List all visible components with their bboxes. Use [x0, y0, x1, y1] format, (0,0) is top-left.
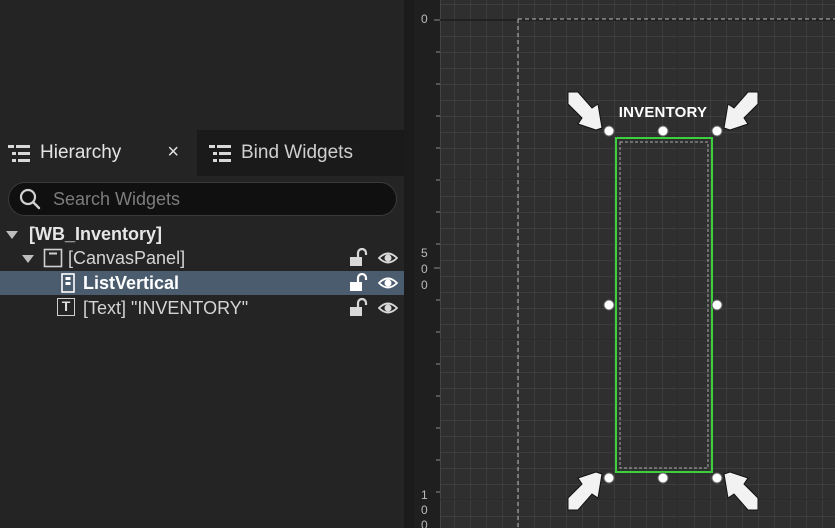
tree-label-text-inventory: [Text] "INVENTORY": [83, 297, 249, 318]
tab-hierarchy-label: Hierarchy: [40, 142, 122, 163]
unlocked-icon[interactable]: [348, 248, 368, 268]
widget-inner-bounds: [619, 141, 709, 469]
expand-caret-icon[interactable]: [22, 255, 34, 263]
empty-panel-area: [0, 0, 408, 130]
search-icon: [19, 188, 41, 210]
vertical-box-icon: [61, 273, 75, 293]
expand-caret-icon[interactable]: [6, 231, 18, 239]
canvas-panel-icon: [43, 248, 63, 268]
text-widget-icon: T: [57, 298, 75, 316]
hierarchy-icon: [8, 144, 30, 162]
tree-row-root[interactable]: [WB_Inventory]: [0, 222, 404, 246]
hierarchy-panel: Hierarchy × Bind Widgets [WB_Inventory]: [0, 0, 408, 528]
designer-overlay: [434, 0, 835, 528]
panel-splitter[interactable]: [404, 0, 414, 528]
tree-row-list-vertical[interactable]: ListVertical: [0, 271, 404, 295]
tab-bind-widgets-label: Bind Widgets: [241, 142, 353, 163]
search-input[interactable]: [51, 187, 375, 211]
tree-row-canvas-panel[interactable]: [CanvasPanel]: [0, 246, 404, 270]
eye-icon[interactable]: [378, 273, 398, 293]
inventory-title-text[interactable]: INVENTORY: [584, 104, 742, 121]
unlocked-icon[interactable]: [348, 298, 368, 318]
unlocked-icon[interactable]: [348, 273, 368, 293]
bind-widgets-icon: [209, 144, 231, 162]
close-tab-button[interactable]: ×: [167, 141, 179, 163]
selected-widget-outline[interactable]: [615, 137, 713, 473]
tree-row-text-inventory[interactable]: T [Text] "INVENTORY": [0, 296, 404, 320]
tab-bind-widgets[interactable]: Bind Widgets: [201, 130, 401, 176]
eye-icon[interactable]: [378, 248, 398, 268]
eye-icon[interactable]: [378, 298, 398, 318]
tree-label-list-vertical: ListVertical: [83, 272, 180, 293]
tree-label-root: [WB_Inventory]: [29, 223, 163, 244]
panel-tab-bar: Hierarchy × Bind Widgets: [0, 130, 408, 176]
ruler-ticks: [434, 19, 440, 493]
designer-canvas[interactable]: 0 5 0 0 1 0 0 INVENTORY: [414, 0, 835, 528]
search-box: [8, 182, 397, 216]
tree-label-canvas-panel: [CanvasPanel]: [68, 247, 186, 268]
tab-hierarchy[interactable]: Hierarchy ×: [0, 130, 197, 176]
anchor-marker-icon[interactable]: [567, 91, 759, 511]
